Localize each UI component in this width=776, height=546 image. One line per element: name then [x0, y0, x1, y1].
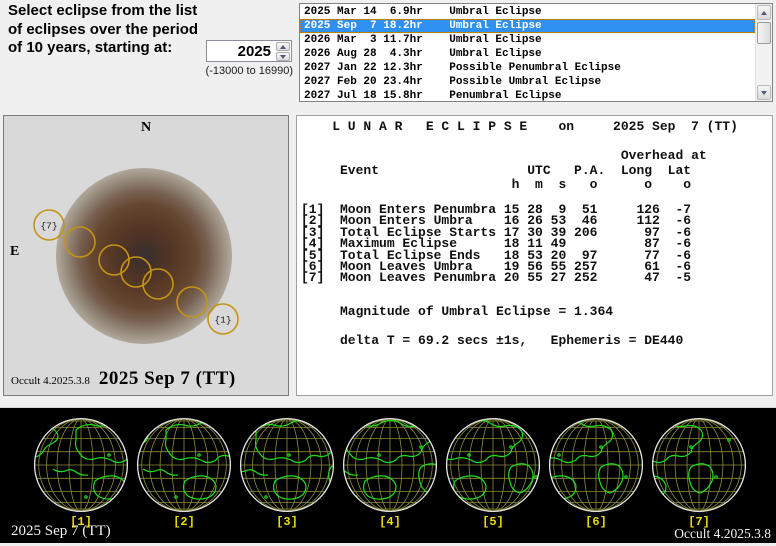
eclipse-list-item[interactable]: 2027 Jan 22 12.3hr Possible Penumbral Ec…	[300, 61, 755, 75]
scroll-up-button[interactable]	[757, 5, 771, 20]
moon-position-label: {1}	[214, 315, 231, 326]
earth-globe-7	[651, 417, 747, 513]
spin-down-button[interactable]	[276, 52, 290, 61]
moon-position-circle	[98, 244, 130, 276]
globe-event-label-1: [1]	[70, 515, 92, 529]
select-eclipse-label-line1: Select eclipse from the list	[8, 2, 198, 19]
eclipse-list-item[interactable]: 2027 Feb 20 23.4hr Possible Umbral Eclip…	[300, 75, 755, 89]
earth-view-strip: 2025 Sep 7 (TT) Occult 4.2025.3.8 [1] [2…	[0, 407, 776, 543]
eclipse-list-scrollbar[interactable]	[755, 4, 772, 101]
report-events-text: [1] Moon Enters Penumbra 15 28 9 51 126 …	[301, 202, 692, 286]
start-year-value[interactable]: 2025	[207, 41, 274, 61]
scroll-up-icon	[761, 10, 767, 15]
spin-down-icon	[280, 54, 286, 59]
globe-event-label-5: [5]	[482, 515, 504, 529]
eclipse-list-item[interactable]: 2025 Mar 14 6.9hr Umbral Eclipse	[300, 5, 755, 19]
spin-up-button[interactable]	[276, 42, 290, 51]
moon-position-circle	[120, 256, 152, 288]
eclipse-list-item[interactable]: 2027 Jul 18 15.8hr Penumbral Eclipse	[300, 89, 755, 103]
eclipse-shadow-diagram: N E {1} {7} Occult 4.2025.3.8 2025 Sep 7 …	[3, 115, 289, 396]
eclipse-listbox[interactable]: 2025 Mar 14 6.9hr Umbral Eclipse 2025 Sep…	[299, 3, 773, 102]
eclipse-list-rows: 2025 Mar 14 6.9hr Umbral Eclipse 2025 Sep…	[300, 5, 755, 103]
globe-event-label-7: [7]	[688, 515, 710, 529]
moon-position-circle	[64, 226, 96, 258]
moon-position-circle	[142, 268, 174, 300]
scroll-down-icon	[761, 90, 767, 95]
earth-globe-1	[33, 417, 129, 513]
select-eclipse-label-line2: of eclipses over the period	[8, 20, 199, 38]
start-year-spin-buttons	[275, 41, 291, 61]
moon-position-circle	[176, 286, 208, 318]
eclipse-report-panel: L U N A R E C L I P S E on 2025 Sep 7 (T…	[296, 115, 773, 396]
earth-globe-6	[548, 417, 644, 513]
year-range-hint: (-13000 to 16990)	[205, 65, 293, 77]
start-year-spinner[interactable]: 2025	[206, 40, 292, 62]
moon-path-circles: {1} {7}	[33, 209, 239, 335]
earth-globe-3	[239, 417, 335, 513]
spin-up-icon	[280, 44, 286, 49]
eclipse-list-item[interactable]: 2025 Sep 7 18.2hr Umbral Eclipse	[300, 19, 755, 33]
earth-globe-4	[342, 417, 438, 513]
diagram-watermark: Occult 4.2025.3.8	[11, 375, 90, 387]
globe-event-label-4: [4]	[379, 515, 401, 529]
report-header-text: L U N A R E C L I P S E on 2025 Sep 7 (T…	[332, 119, 738, 192]
earth-globe-2	[136, 417, 232, 513]
globe-event-label-2: [2]	[173, 515, 195, 529]
scroll-down-button[interactable]	[757, 85, 771, 100]
occult-eclipse-window: Select eclipse from the list of eclipses…	[0, 0, 776, 546]
diagram-caption: Occult 4.2025.3.8 2025 Sep 7 (TT)	[11, 368, 236, 390]
earth-globe-5	[445, 417, 541, 513]
globe-event-label-6: [6]	[585, 515, 607, 529]
eclipse-list-item[interactable]: 2026 Mar 3 11.7hr Umbral Eclipse	[300, 33, 755, 47]
eclipse-list-item[interactable]: 2026 Aug 28 4.3hr Umbral Eclipse	[300, 47, 755, 61]
moon-position-label: {7}	[40, 221, 57, 232]
scrollbar-thumb[interactable]	[757, 22, 771, 44]
diagram-date-label: 2025 Sep 7 (TT)	[98, 368, 236, 389]
globe-event-label-3: [3]	[276, 515, 298, 529]
report-footer-text: Magnitude of Umbral Eclipse = 1.364 delt…	[340, 304, 684, 348]
